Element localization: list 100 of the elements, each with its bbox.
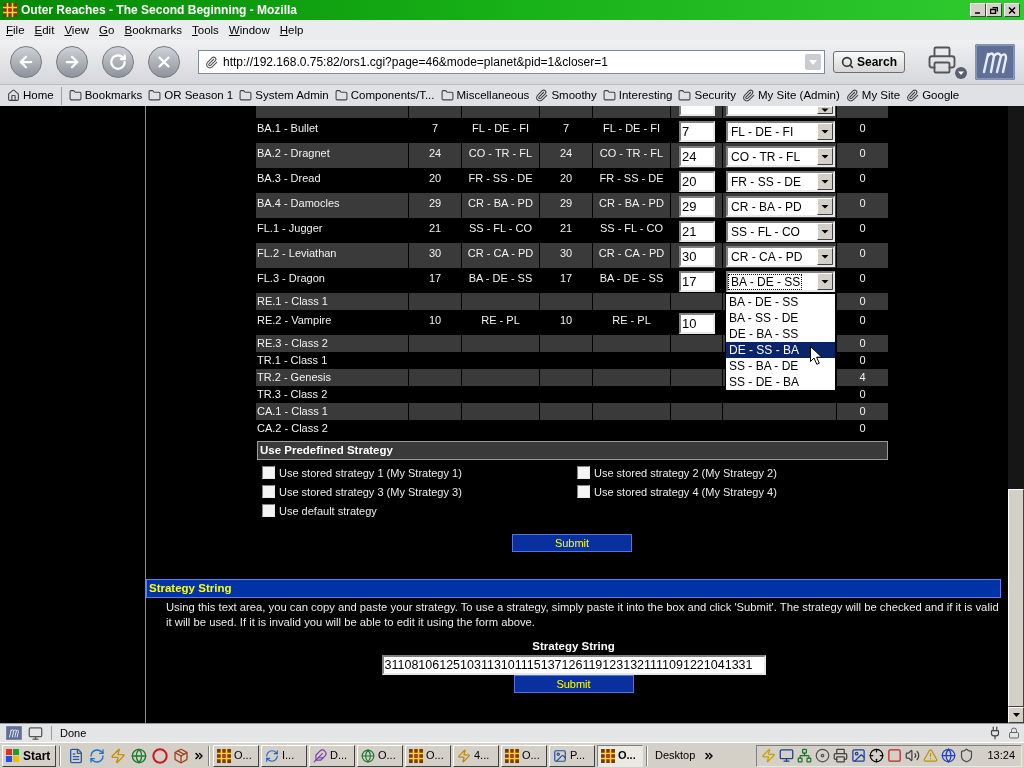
task-button[interactable]: D... xyxy=(309,744,355,767)
checkbox[interactable] xyxy=(262,485,275,498)
task-button[interactable]: O... xyxy=(501,744,547,767)
menu-item[interactable]: View xyxy=(59,21,95,39)
checkbox[interactable] xyxy=(262,466,275,479)
menu-item[interactable]: Edit xyxy=(29,21,60,39)
scrollbar-thumb[interactable] xyxy=(1008,489,1024,707)
menu-item[interactable]: File xyxy=(1,21,30,39)
app-icon xyxy=(409,748,423,763)
bookmark-item[interactable]: Home xyxy=(4,85,57,106)
table-cell: 30 xyxy=(409,243,461,268)
document-icon[interactable] xyxy=(68,747,84,764)
strategy-string-field[interactable]: 311081061251031131011151371261191231321111091221041331 xyxy=(381,655,766,675)
close-button[interactable] xyxy=(1004,3,1020,17)
speaker-icon[interactable] xyxy=(905,748,921,763)
dropdown-field[interactable]: CO - TR - FL xyxy=(726,146,835,167)
task-button[interactable]: P... xyxy=(549,744,595,767)
input-field[interactable]: 17 xyxy=(679,271,715,292)
paperclip-icon xyxy=(535,89,549,102)
table-cell: RE.3 - Class 2 xyxy=(256,335,408,352)
folder-icon xyxy=(440,89,454,102)
image-icon[interactable] xyxy=(851,748,867,763)
network-icon[interactable] xyxy=(797,748,813,763)
dropdown-field[interactable]: FR - SS - DE xyxy=(726,171,835,192)
scroll-down-button[interactable] xyxy=(1008,707,1024,723)
checkbox-label: Use stored strategy 4 (My Strategy 4) xyxy=(594,484,777,499)
table-cell: CR - BA - PD xyxy=(593,193,670,218)
dropdown-field[interactable]: SS - FL - CO xyxy=(726,221,835,242)
input-field[interactable]: 20 xyxy=(679,171,715,192)
task-button[interactable]: 4... xyxy=(453,744,499,767)
down-arrow-icon xyxy=(1012,713,1020,717)
bookmark-item[interactable]: Security xyxy=(675,85,739,106)
dropdown-option[interactable]: DE - SS - BA xyxy=(726,342,835,358)
bookmark-item[interactable]: System Admin xyxy=(236,85,332,106)
bookmark-item[interactable]: My Site (Admin) xyxy=(739,85,843,106)
input-field[interactable]: 10 xyxy=(679,313,715,334)
bookmark-item[interactable]: Miscellaneous xyxy=(437,85,533,106)
dropdown-field[interactable]: BA - DE - SS xyxy=(726,271,835,292)
code-text: RE - PL xyxy=(480,313,521,327)
checkbox[interactable] xyxy=(262,504,275,517)
bookmark-item[interactable]: Interesting xyxy=(599,85,676,106)
bookmark-item[interactable]: My Site xyxy=(842,85,904,106)
disc-icon[interactable] xyxy=(815,748,831,763)
input-field[interactable]: 24 xyxy=(679,146,715,167)
minimize-button[interactable] xyxy=(970,3,986,17)
task-button[interactable]: O... xyxy=(213,744,259,767)
dropdown-field[interactable]: FL - DE - FI xyxy=(726,121,835,142)
search-button[interactable]: Search xyxy=(833,51,905,73)
crosshair-icon[interactable] xyxy=(869,748,885,763)
stop-button[interactable] xyxy=(148,46,180,78)
bookmark-item[interactable]: OR Season 1 xyxy=(145,85,237,106)
input-field[interactable]: 7 xyxy=(679,121,715,142)
table-cell: CO - TR - FL xyxy=(462,143,539,168)
submit-button[interactable]: Submit xyxy=(512,534,632,552)
refresh-icon[interactable] xyxy=(89,747,105,764)
checkbox-label: Use stored strategy 3 (My Strategy 3) xyxy=(279,484,462,499)
start-button[interactable]: Start xyxy=(2,744,56,767)
printer-icon[interactable] xyxy=(833,748,849,763)
section-header: Use Predefined Strategy xyxy=(257,441,888,460)
task-button[interactable]: O... xyxy=(357,744,403,767)
bookmark-item[interactable]: Smoothy xyxy=(532,85,600,106)
input-field[interactable]: 30 xyxy=(679,246,715,267)
menu-item[interactable]: Window xyxy=(223,21,275,39)
input-field[interactable]: 21 xyxy=(679,221,715,242)
globe-icon[interactable] xyxy=(941,748,957,763)
forward-button[interactable] xyxy=(56,46,88,78)
reload-button[interactable] xyxy=(102,46,134,78)
back-button[interactable] xyxy=(10,46,42,78)
submit-button[interactable]: Submit xyxy=(513,675,634,693)
ring-icon[interactable] xyxy=(152,747,168,764)
address-field[interactable]: http://192.168.0.75:82/ors1.cgi?page=46&mode=planet&pid=1&closer=1 xyxy=(198,50,825,74)
package-icon[interactable] xyxy=(173,747,189,764)
input-field[interactable] xyxy=(679,106,715,116)
globe-icon[interactable] xyxy=(131,747,147,764)
monitor-icon[interactable] xyxy=(28,725,43,741)
dropdown-list[interactable]: BA - DE - SS BA - SS - DE DE - BA - SS DE - SS - BA SS - BA - DE SS - DE - BA xyxy=(725,293,836,391)
menu-item[interactable]: Bookmarks xyxy=(119,21,187,39)
checkbox[interactable] xyxy=(577,485,590,498)
monitor-icon[interactable] xyxy=(779,748,795,763)
input-field[interactable]: 29 xyxy=(679,196,715,217)
bookmark-item[interactable]: Bookmarks xyxy=(65,85,146,106)
task-button[interactable]: O... xyxy=(405,744,451,767)
menu-item[interactable]: Tools xyxy=(187,21,224,39)
shield-icon[interactable] xyxy=(959,748,975,763)
task-button[interactable]: O... xyxy=(597,744,643,767)
checkbox[interactable] xyxy=(577,466,590,479)
menu-item[interactable]: Help xyxy=(274,21,309,39)
dropdown-field[interactable]: CR - CA - PD xyxy=(726,246,835,267)
print-button[interactable] xyxy=(927,45,969,79)
task-button[interactable]: I... xyxy=(261,744,307,767)
restore-button[interactable] xyxy=(986,3,1002,17)
bookmark-item[interactable]: Components/T... xyxy=(331,85,438,106)
menu-item[interactable]: Go xyxy=(94,21,120,39)
lightning-icon xyxy=(457,748,471,763)
ship-name: BA.3 - Dread xyxy=(257,171,322,185)
code-text: RE - PL xyxy=(611,313,652,327)
table-cell xyxy=(540,335,592,352)
bookmark-item[interactable]: Google xyxy=(903,85,963,106)
number-text: 21 xyxy=(427,221,443,235)
dropdown-field[interactable]: CR - BA - PD xyxy=(726,196,835,217)
